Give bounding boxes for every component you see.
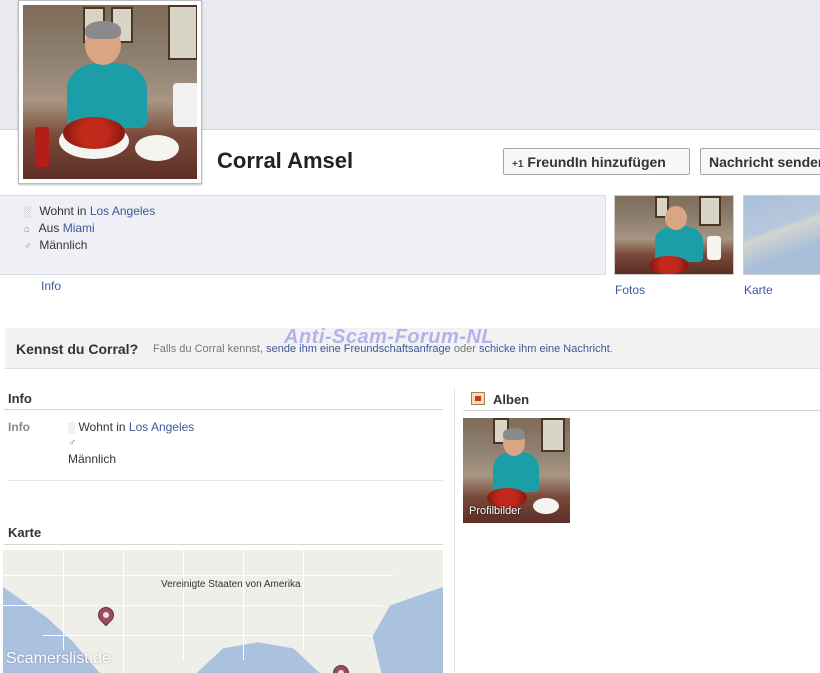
photos-thumbnail-image	[615, 196, 733, 274]
albums-section-title: Alben	[493, 392, 530, 407]
photos-thumbnail[interactable]	[614, 195, 734, 275]
album-profile-pictures[interactable]: Profilbilder	[463, 418, 570, 523]
know-text-pre: Falls du Corral kennst,	[153, 343, 264, 355]
albums-divider	[463, 410, 820, 411]
info-divider	[4, 409, 443, 410]
profile-name: Corral Amsel	[217, 148, 354, 173]
gender-text: Männlich	[39, 238, 88, 252]
location-icon: ░	[24, 207, 32, 218]
column-divider	[454, 388, 455, 673]
map-state-border	[123, 550, 124, 673]
forum-watermark: Anti-Scam-Forum-NL	[284, 326, 495, 348]
site-watermark: Scamerslist.de	[6, 650, 111, 667]
photos-link[interactable]: Fotos	[615, 283, 645, 297]
add-friend-label: FreundIn hinzufügen	[527, 154, 666, 170]
info-lives-line: ░ Wohnt in Los Angeles	[68, 420, 194, 434]
info-bottom-divider	[8, 480, 443, 481]
map-thumbnail[interactable]	[743, 195, 820, 275]
info-link[interactable]: Info	[41, 279, 61, 293]
gender-icon: ♂	[24, 241, 32, 252]
info-gender: Männlich	[68, 452, 117, 466]
from-line: ⌂ Aus Miami	[24, 221, 95, 235]
about-strip: ░ Wohnt in Los Angeles ⌂ Aus Miami ♂ Män…	[0, 195, 606, 275]
profile-picture[interactable]	[18, 0, 202, 184]
know-text-end: .	[609, 343, 613, 355]
know-title: Kennst du Corral?	[16, 341, 139, 357]
map-country-label: Vereinigte Staaten von Amerika	[161, 579, 301, 590]
info-lives-prefix: Wohnt in	[78, 420, 126, 434]
gender-icon: ♂	[68, 437, 77, 449]
map-state-border	[43, 635, 373, 636]
map-section-title: Karte	[8, 525, 42, 540]
album-caption: Profilbilder	[469, 505, 521, 517]
lives-in-prefix: Wohnt in	[39, 204, 87, 218]
map-state-border	[3, 605, 383, 606]
add-friend-button[interactable]: +1 FreundIn hinzufügen	[503, 148, 690, 175]
info-section-title: Info	[8, 391, 32, 406]
lives-in-line: ░ Wohnt in Los Angeles	[24, 204, 155, 218]
info-lives-city-link[interactable]: Los Angeles	[129, 420, 194, 434]
location-icon: ░	[68, 423, 76, 434]
map-link[interactable]: Karte	[744, 283, 773, 297]
info-key: Info	[8, 420, 30, 434]
send-message-link[interactable]: schicke ihm eine Nachricht	[479, 343, 610, 355]
map-divider	[4, 544, 443, 545]
from-prefix: Aus	[38, 221, 60, 235]
map-state-border	[3, 575, 393, 576]
album-icon	[471, 392, 485, 405]
send-message-button[interactable]: Nachricht senden	[700, 148, 820, 175]
gender-line: ♂ Männlich	[24, 238, 87, 252]
add-friend-icon: +1	[512, 159, 524, 170]
lives-in-city-link[interactable]: Los Angeles	[90, 204, 155, 218]
profile-photo	[23, 5, 197, 179]
home-icon: ⌂	[24, 224, 31, 235]
from-city-link[interactable]: Miami	[63, 221, 95, 235]
send-message-label: Nachricht senden	[709, 154, 820, 170]
